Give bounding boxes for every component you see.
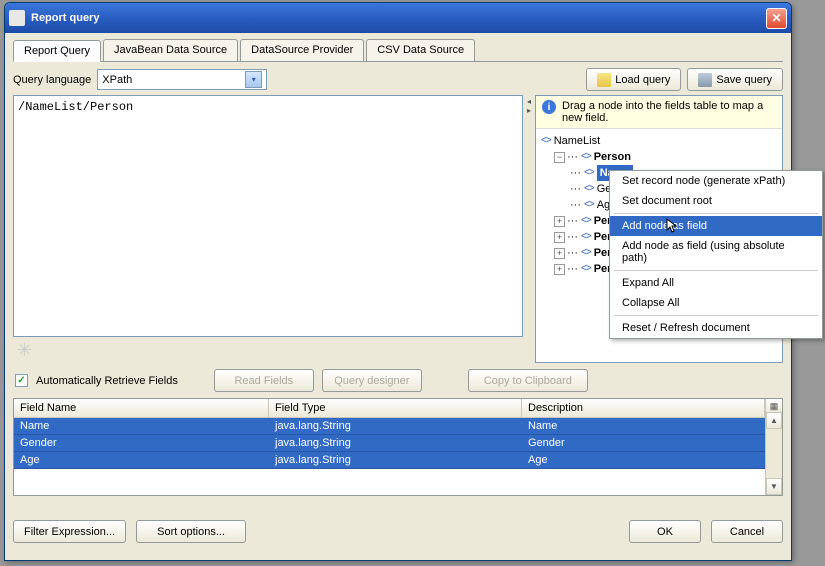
tab-datasource-provider[interactable]: DataSource Provider (240, 39, 364, 61)
expand-toggle[interactable]: + (554, 232, 565, 243)
separator (614, 270, 818, 271)
tab-report-query[interactable]: Report Query (13, 40, 101, 62)
table-row[interactable]: Gender java.lang.String Gender (14, 435, 765, 452)
query-textarea[interactable] (13, 95, 523, 337)
app-icon (9, 10, 25, 26)
element-icon (583, 181, 595, 197)
tree-person[interactable]: Person (594, 149, 631, 165)
query-language-value: XPath (102, 74, 132, 86)
auto-retrieve-label: Automatically Retrieve Fields (36, 375, 178, 387)
close-button[interactable]: ✕ (766, 8, 787, 29)
info-icon: i (542, 100, 556, 114)
folder-open-icon (597, 73, 611, 87)
window-title: Report query (31, 12, 99, 24)
table-row[interactable]: Age java.lang.String Age (14, 452, 765, 469)
query-language-combo[interactable]: XPath (97, 69, 267, 90)
separator (614, 213, 818, 214)
save-query-button[interactable]: Save query (687, 68, 783, 91)
expand-toggle[interactable]: + (554, 216, 565, 227)
sort-options-button[interactable]: Sort options... (136, 520, 246, 543)
th-field-name[interactable]: Field Name (14, 399, 269, 417)
th-field-type[interactable]: Field Type (269, 399, 522, 417)
element-icon (583, 165, 595, 181)
element-icon (580, 149, 592, 165)
tabstrip: Report Query JavaBean Data Source DataSo… (13, 39, 783, 62)
separator (614, 315, 818, 316)
auto-retrieve-checkbox[interactable]: ✓ (15, 374, 28, 387)
table-corner-button[interactable]: ▦ (765, 399, 782, 412)
cursor-icon (666, 218, 682, 234)
vscrollbar[interactable]: ▲ ▼ (765, 412, 782, 495)
ctx-set-record-node[interactable]: Set record node (generate xPath) (610, 171, 822, 191)
tree-root[interactable]: NameList (554, 133, 600, 149)
save-icon (698, 73, 712, 87)
tab-csv[interactable]: CSV Data Source (366, 39, 475, 61)
splitter-handle[interactable]: ◂▸ (525, 95, 533, 363)
read-fields-button[interactable]: Read Fields (214, 369, 314, 392)
collapse-toggle[interactable]: − (554, 152, 565, 163)
hint-bar: i Drag a node into the fields table to m… (536, 96, 782, 129)
filter-expression-button[interactable]: Filter Expression... (13, 520, 126, 543)
element-icon (580, 229, 592, 245)
table-row[interactable]: Name java.lang.String Name (14, 418, 765, 435)
expand-toggle[interactable]: + (554, 248, 565, 259)
hint-text: Drag a node into the fields table to map… (562, 100, 776, 124)
element-icon (540, 133, 552, 149)
expand-toggle[interactable]: + (554, 264, 565, 275)
ctx-add-node-as-field[interactable]: Add node as field (610, 216, 822, 236)
th-description[interactable]: Description (522, 399, 765, 417)
element-icon (580, 245, 592, 261)
copy-clipboard-button[interactable]: Copy to Clipboard (468, 369, 588, 392)
spinner-icon: ✳ (13, 337, 523, 363)
element-icon (580, 213, 592, 229)
load-query-button[interactable]: Load query (586, 68, 681, 91)
ctx-expand-all[interactable]: Expand All (610, 273, 822, 293)
scroll-down-icon[interactable]: ▼ (766, 478, 782, 495)
element-icon (583, 197, 595, 213)
scroll-up-icon[interactable]: ▲ (766, 412, 782, 429)
query-designer-button[interactable]: Query designer (322, 369, 422, 392)
titlebar[interactable]: Report query ✕ (5, 3, 791, 33)
fields-table: Field Name Field Type Description Name j… (13, 398, 783, 496)
ctx-set-document-root[interactable]: Set document root (610, 191, 822, 211)
ctx-reset-refresh[interactable]: Reset / Refresh document (610, 318, 822, 338)
element-icon (580, 261, 592, 277)
tab-javabean[interactable]: JavaBean Data Source (103, 39, 238, 61)
ctx-collapse-all[interactable]: Collapse All (610, 293, 822, 313)
context-menu: Set record node (generate xPath) Set doc… (609, 170, 823, 339)
query-language-label: Query language (13, 74, 91, 86)
ok-button[interactable]: OK (629, 520, 701, 543)
chevron-down-icon[interactable] (245, 71, 262, 88)
cancel-button[interactable]: Cancel (711, 520, 783, 543)
ctx-add-node-absolute[interactable]: Add node as field (using absolute path) (610, 236, 822, 268)
